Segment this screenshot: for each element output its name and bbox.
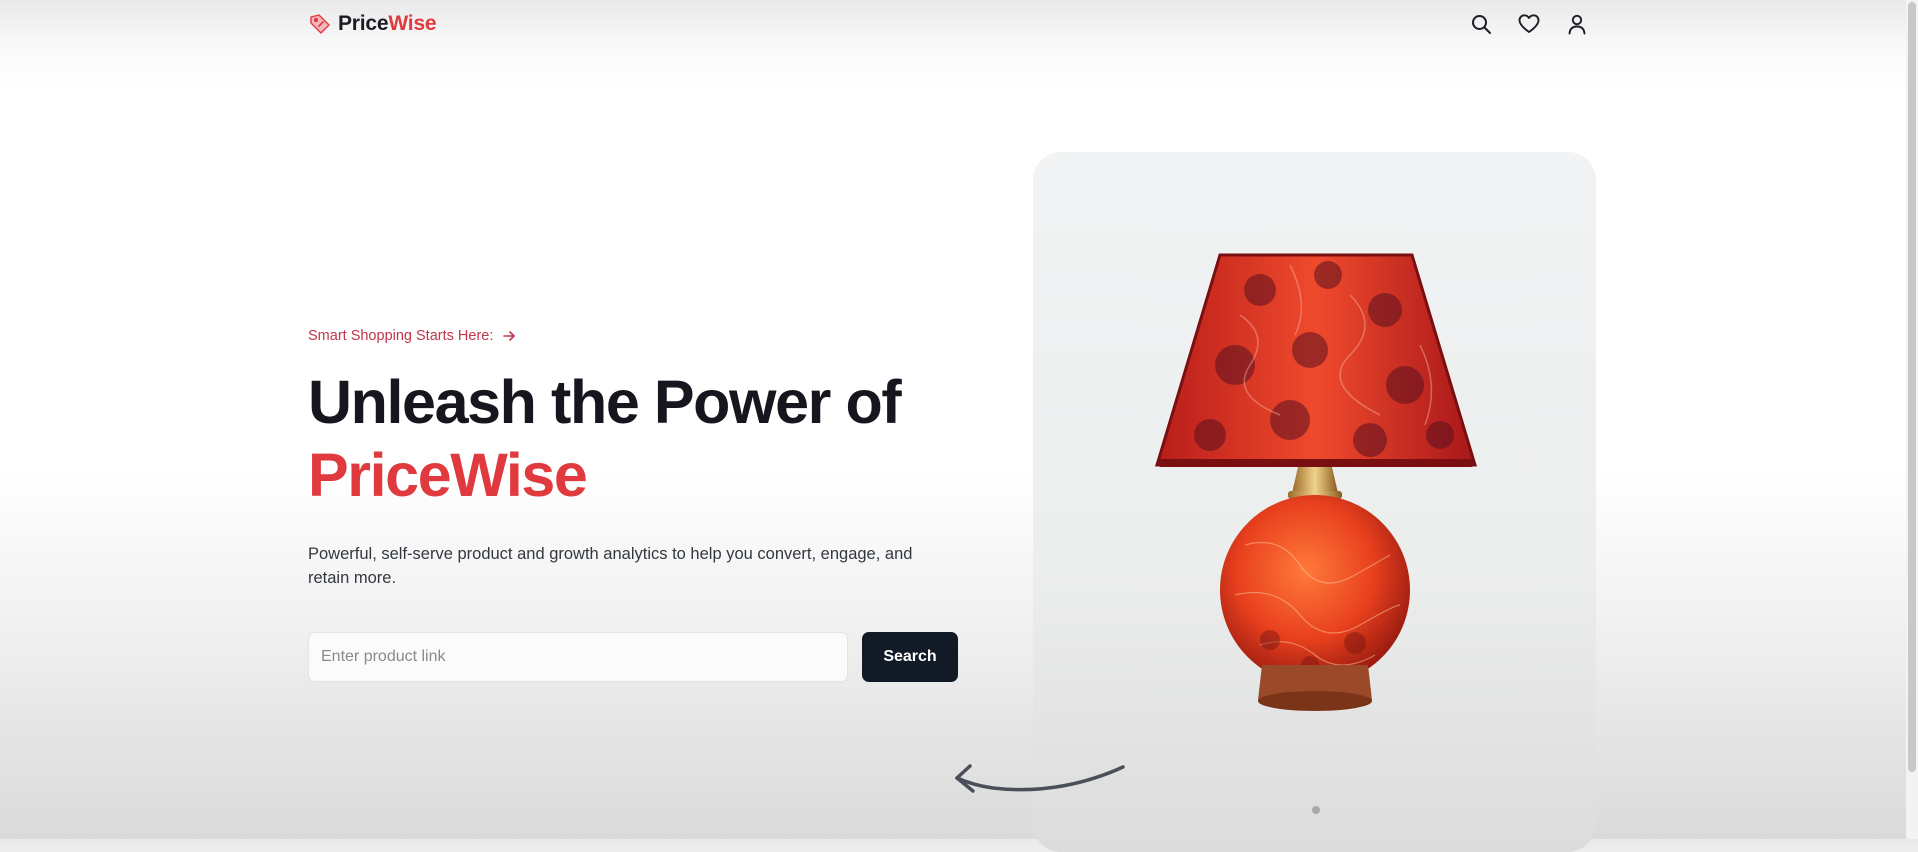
user-icon[interactable] <box>1565 12 1589 36</box>
carousel-dot[interactable] <box>1288 806 1296 814</box>
hero-section: Smart Shopping Starts Here: Unleash the … <box>308 328 1008 682</box>
hero-headline: Unleash the Power of PriceWise <box>308 366 1008 512</box>
tagline-text: Smart Shopping Starts Here: <box>308 328 494 344</box>
headline-line-1: Unleash the Power of <box>308 368 902 436</box>
brand-name-accent: Wise <box>388 12 437 35</box>
arrow-right-icon <box>503 331 516 341</box>
search-icon[interactable] <box>1469 12 1493 36</box>
table-lamp-image <box>1154 253 1478 711</box>
carousel-dot[interactable] <box>1360 806 1368 814</box>
price-tag-logo-icon <box>310 14 330 34</box>
hero-description: Powerful, self-serve product and growth … <box>308 545 913 587</box>
page-scrollbar[interactable] <box>1906 0 1918 839</box>
product-link-input[interactable] <box>308 632 848 682</box>
search-form: Search <box>308 632 958 682</box>
heart-icon[interactable] <box>1517 12 1541 36</box>
navbar: PriceWise <box>0 0 1906 50</box>
carousel-dot[interactable] <box>1336 806 1344 814</box>
brand-logo[interactable]: PriceWise <box>308 12 437 36</box>
search-button[interactable]: Search <box>862 632 958 682</box>
carousel-dot[interactable] <box>1312 806 1320 814</box>
carousel-dot[interactable] <box>1264 806 1272 814</box>
tagline: Smart Shopping Starts Here: <box>308 328 1008 344</box>
brand-name-primary: Price <box>338 12 389 35</box>
curved-arrow-annotation-icon <box>955 764 1125 793</box>
carousel-pagination <box>1264 806 1368 814</box>
nav-icon-group <box>1469 12 1589 36</box>
brand-name: PriceWise <box>338 12 437 36</box>
scrollbar-thumb[interactable] <box>1908 2 1916 772</box>
headline-brand: PriceWise <box>308 441 588 509</box>
